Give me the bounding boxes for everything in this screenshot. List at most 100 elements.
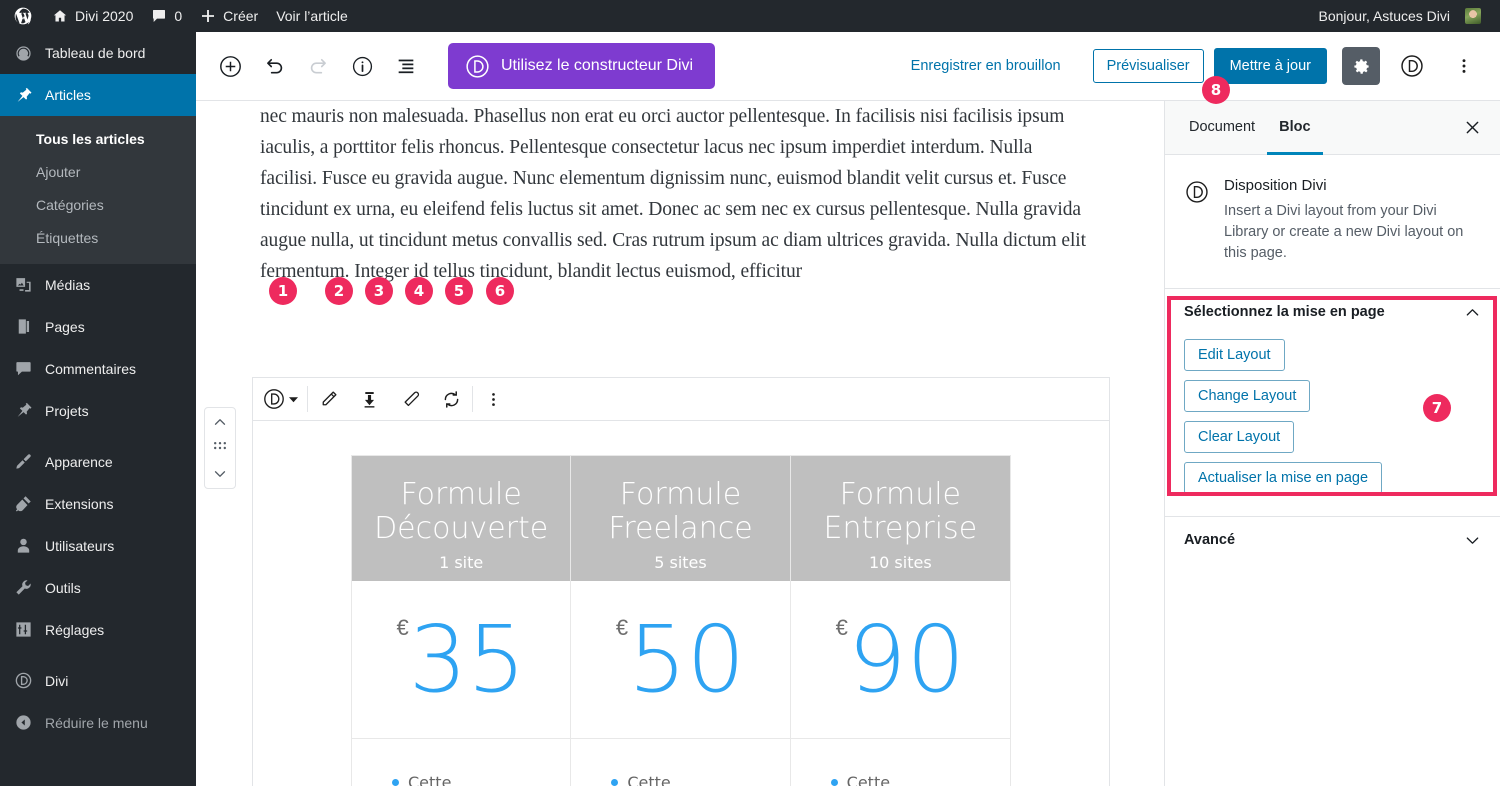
panel-advanced-header[interactable]: Avancé [1165,517,1500,563]
add-block-button[interactable] [210,46,250,86]
annotation-badge-4: 4 [405,277,433,305]
pricing-subtitle: 10 sites [868,553,932,572]
pricing-title-line1: Formule [400,477,522,512]
sidebar-item-comments[interactable]: Commentaires [0,348,196,390]
refresh-layout-button[interactable]: Actualiser la mise en page [1184,462,1383,494]
divi-layout-preview: Formule Découverte 1 site € 35 Cette For… [253,421,1109,786]
preview-button[interactable]: Prévisualiser [1092,49,1204,83]
view-post-link[interactable]: Voir l’article [267,0,357,32]
tab-document[interactable]: Document [1177,101,1267,155]
pricing-subtitle: 5 sites [654,553,707,572]
post-paragraph[interactable]: nec mauris non malesuada. Phasellus non … [260,101,1090,287]
sidebar-item-label: Médias [45,276,91,293]
more-options-button[interactable] [473,379,514,420]
pages-icon [13,317,33,337]
pricing-column[interactable]: Formule Découverte 1 site € 35 Cette [352,456,572,786]
post-content-area[interactable]: nec mauris non malesuada. Phasellus non … [260,101,1090,287]
my-account-link[interactable]: Bonjour, Astuces Divi [1309,0,1490,32]
pricing-header: Formule Entreprise 10 sites [790,456,1010,581]
block-navigation-button[interactable] [386,46,426,86]
more-tools-button[interactable] [1444,46,1484,86]
pencil-icon [318,389,339,410]
feature-item: Cette [830,773,1010,786]
plus-icon [200,8,216,24]
sidebar-item-projets[interactable]: Projets [0,390,196,432]
sidebar-item-label: Réduire le menu [45,714,148,731]
use-divi-builder-button[interactable]: Utilisez le constructeur Divi [448,43,716,89]
menu-separator [0,432,196,441]
submenu-item-add-new[interactable]: Ajouter [0,156,196,189]
refresh-arrows-icon [441,389,462,410]
sidebar-item-medias[interactable]: Médias [0,264,196,306]
editor-header-actions: Enregistrer en brouillon Prévisualiser M… [899,46,1484,86]
block-info-card: Disposition Divi Insert a Divi layout fr… [1165,155,1500,288]
new-content-link[interactable]: Créer [191,0,267,32]
panel-title: Sélectionnez la mise en page [1184,304,1385,320]
divi-settings-button[interactable] [1392,46,1432,86]
annotation-badge-6: 6 [486,277,514,305]
change-layout-button[interactable]: Change Layout [1184,380,1311,412]
screen-root: Divi 2020 0 Créer Voir l’article Bonjour… [0,0,1500,786]
pricing-column[interactable]: Formule Entreprise 10 sites € 90 Cette [790,456,1010,786]
sidebar-item-label: Apparence [45,453,113,470]
sidebar-item-extensions[interactable]: Extensions [0,483,196,525]
submenu-item-categories[interactable]: Catégories [0,189,196,222]
menu-separator [0,651,196,660]
chevron-up-icon [1463,303,1482,322]
use-divi-builder-label: Utilisez le constructeur Divi [501,57,694,74]
sidebar-item-utilisateurs[interactable]: Utilisateurs [0,525,196,567]
info-circle-icon [351,55,374,78]
submenu-item-tags[interactable]: Étiquettes [0,222,196,255]
sidebar-item-outils[interactable]: Outils [0,567,196,609]
editor-canvas: Nunc malesuada non tortor aliquam ut, am… [196,101,1164,786]
edit-pencil-button[interactable] [308,379,349,420]
redo-button[interactable] [298,46,338,86]
feature-item: Cette [392,773,570,786]
move-block-up-button[interactable] [211,413,229,431]
save-draft-button[interactable]: Enregistrer en brouillon [899,52,1073,80]
divi-block-type-button[interactable] [253,379,307,420]
sidebar-item-collapse-menu[interactable]: Réduire le menu [0,702,196,744]
tab-block[interactable]: Bloc [1267,101,1323,155]
divi-layout-block[interactable]: Formule Découverte 1 site € 35 Cette For… [252,377,1110,786]
update-button[interactable]: Mettre à jour [1213,48,1327,84]
block-editor: Utilisez le constructeur Divi Enregistre… [196,32,1500,786]
chevron-down-icon [289,396,298,402]
adminbar-account-area: Bonjour, Astuces Divi [1309,0,1500,32]
sidebar-item-articles[interactable]: Articles [0,74,196,116]
editor-header-toolbar: Utilisez le constructeur Divi Enregistre… [196,32,1500,101]
close-sidebar-button[interactable] [1448,101,1496,154]
save-to-library-button[interactable] [349,379,390,420]
drag-dots-icon[interactable] [213,441,227,455]
pricing-header: Formule Découverte 1 site [352,456,571,581]
site-name-link[interactable]: Divi 2020 [43,0,142,32]
wordpress-logo-button[interactable] [0,0,43,32]
divi-logo-icon [464,53,491,80]
greeting-label: Bonjour, Astuces Divi [1318,8,1450,24]
settings-button[interactable] [1342,47,1380,85]
wordpress-logo-icon [13,6,33,26]
vertical-dots-icon [1454,56,1474,76]
comment-bubble-icon [13,359,33,379]
panel-select-layout-header[interactable]: Sélectionnez la mise en page [1165,289,1500,335]
clear-layout-button[interactable] [390,379,431,420]
pricing-column[interactable]: Formule Freelance 5 sites € 50 Cette [571,456,791,786]
sidebar-item-divi[interactable]: Divi [0,660,196,702]
sidebar-item-pages[interactable]: Pages [0,306,196,348]
move-block-down-button[interactable] [211,465,229,483]
sidebar-item-reglages[interactable]: Réglages [0,609,196,651]
sidebar-item-dashboard[interactable]: Tableau de bord [0,32,196,74]
block-list-icon [395,55,417,77]
site-name-label: Divi 2020 [75,8,134,24]
undo-button[interactable] [254,46,294,86]
comments-link[interactable]: 0 [142,0,191,32]
edit-layout-button[interactable]: Edit Layout [1184,339,1285,371]
sidebar-item-label: Extensions [45,495,114,512]
divi-logo-icon [1399,53,1425,79]
sidebar-item-apparence[interactable]: Apparence [0,441,196,483]
panel-advanced: Avancé [1165,516,1500,563]
refresh-layout-button[interactable] [431,379,472,420]
content-info-button[interactable] [342,46,382,86]
submenu-item-all-posts[interactable]: Tous les articles [0,123,196,156]
clear-layout-button[interactable]: Clear Layout [1184,421,1295,453]
